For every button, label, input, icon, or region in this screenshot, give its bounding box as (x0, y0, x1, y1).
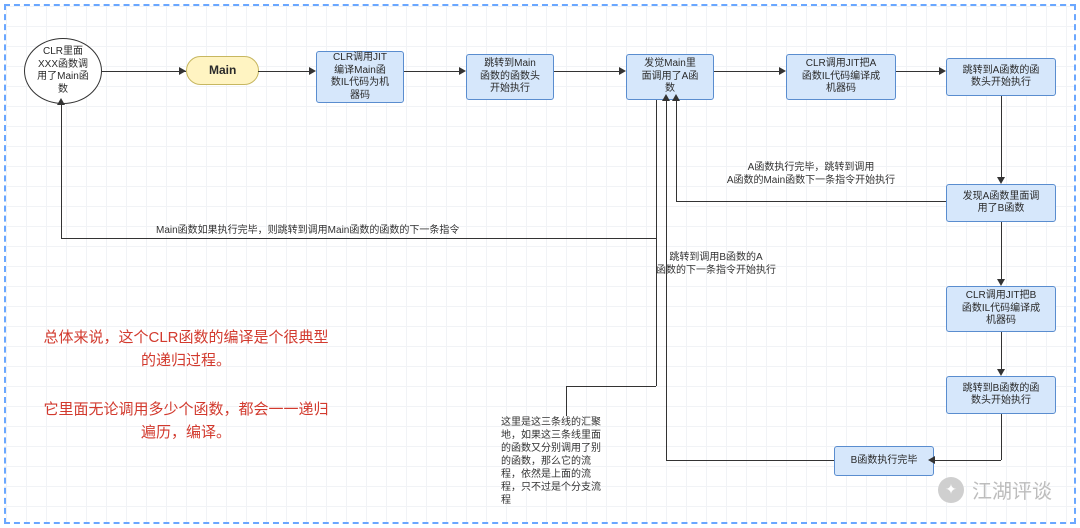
label-a-done: A函数执行完毕，跳转到调用A函数的Main函数下一条指令开始执行 (706, 161, 916, 187)
commentary-line2: 它里面无论调用多少个函数，都会一一递归遍历，编译。 (26, 398, 346, 445)
node-main: Main (186, 56, 259, 85)
node-jit-main: CLR调用JIT编译Main函数IL代码为机器码 (316, 51, 404, 103)
node-jump-main: 跳转到Main函数的函数头开始执行 (466, 54, 554, 100)
watermark: ✦ 江湖评谈 (938, 475, 1052, 504)
node-clr-xxx: CLR里面XXX函数调用了Main函数 (24, 38, 102, 104)
node-b-done: B函数执行完毕 (834, 446, 934, 476)
label-b-back: 跳转到调用B函数的A函数的下一条指令开始执行 (636, 251, 796, 277)
wechat-icon: ✦ (938, 477, 964, 503)
node-jump-b: 跳转到B函数的函数头开始执行 (946, 376, 1056, 414)
node-jit-a: CLR调用JIT把A函数IL代码编译成机器码 (786, 54, 896, 100)
commentary-line1: 总体来说，这个CLR函数的编译是个很典型的递归过程。 (26, 326, 346, 373)
node-jit-b: CLR调用JIT把B函数IL代码编译成机器码 (946, 286, 1056, 332)
watermark-text: 江湖评谈 (972, 475, 1052, 504)
label-main-done: Main函数如果执行完毕，则跳转到调用Main函数的函数的下一条指令 (156, 224, 516, 237)
diagram-canvas: CLR里面XXX函数调用了Main函数 Main CLR调用JIT编译Main函… (4, 4, 1076, 524)
label-note: 这里是这三条线的汇聚地，如果这三条线里面的函数又分别调用了别的函数，那么它的流程… (501, 416, 636, 507)
node-jump-a: 跳转到A函数的函数头开始执行 (946, 58, 1056, 96)
node-found-b: 发现A函数里面调用了B函数 (946, 184, 1056, 222)
node-found-a: 发觉Main里面调用了A函数 (626, 54, 714, 100)
